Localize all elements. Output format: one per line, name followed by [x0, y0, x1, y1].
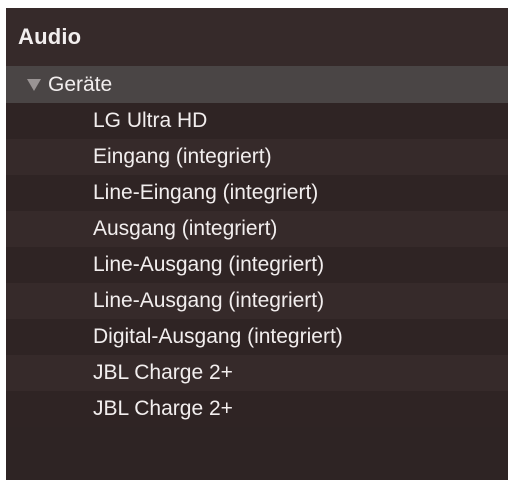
device-label: Ausgang (integriert)	[93, 217, 278, 240]
device-label: Line-Ausgang (integriert)	[93, 289, 325, 312]
list-item[interactable]: LG Ultra HD	[6, 103, 508, 139]
panel-title: Audio	[18, 24, 82, 49]
list-item[interactable]: Ausgang (integriert)	[6, 211, 508, 247]
device-label: Digital-Ausgang (integriert)	[93, 325, 343, 348]
panel-header: Audio	[6, 8, 508, 66]
triangle-shape	[27, 78, 41, 91]
device-label: JBL Charge 2+	[93, 397, 233, 420]
list-item[interactable]: JBL Charge 2+	[6, 391, 508, 427]
group-row-devices[interactable]: Geräte	[6, 66, 508, 103]
device-label: LG Ultra HD	[93, 109, 208, 132]
list-item[interactable]: Eingang (integriert)	[6, 139, 508, 175]
list-item[interactable]: Line-Ausgang (integriert)	[6, 283, 508, 319]
audio-devices-panel: Audio Geräte LG Ultra HD Eingang (integr…	[6, 8, 508, 480]
device-label: Eingang (integriert)	[93, 145, 272, 168]
list-item[interactable]: Digital-Ausgang (integriert)	[6, 319, 508, 355]
list-item[interactable]: Line-Ausgang (integriert)	[6, 247, 508, 283]
list-item[interactable]: JBL Charge 2+	[6, 355, 508, 391]
group-label: Geräte	[48, 72, 113, 96]
device-label: Line-Ausgang (integriert)	[93, 253, 325, 276]
device-label: Line-Eingang (integriert)	[93, 181, 319, 204]
device-label: JBL Charge 2+	[93, 361, 233, 384]
device-list: LG Ultra HD Eingang (integriert) Line-Ei…	[6, 103, 508, 427]
list-item[interactable]: Line-Eingang (integriert)	[6, 175, 508, 211]
disclosure-triangle-down-icon[interactable]	[24, 75, 44, 95]
